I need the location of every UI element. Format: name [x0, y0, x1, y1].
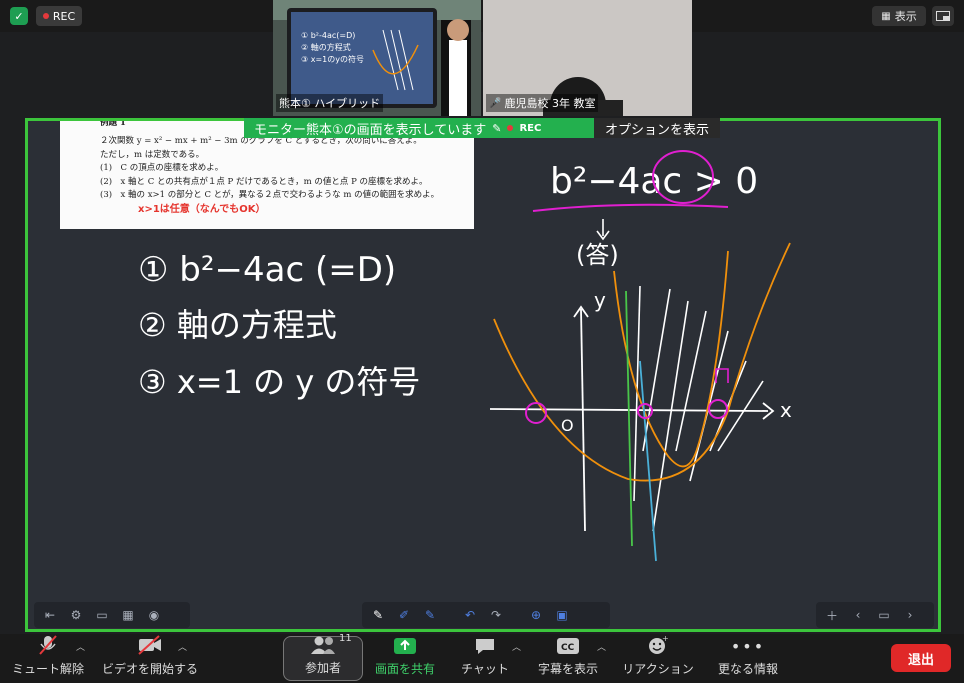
chat-button[interactable]: チャット — [452, 636, 518, 681]
video-tile-kagoshima[interactable]: 🎤 鹿児島校 3年 教室 — [483, 0, 692, 116]
cc-icon: CC — [556, 636, 580, 656]
ink-intersection-right — [708, 399, 728, 419]
smile-icon: + — [647, 634, 669, 656]
recording-indicator[interactable]: REC — [36, 6, 82, 26]
captions-button[interactable]: CC 字幕を表示 — [532, 636, 604, 681]
pip-icon — [936, 11, 950, 21]
annotate-pen-icon[interactable]: ✎ — [492, 122, 501, 135]
share-screen-icon — [393, 636, 417, 656]
ink-parabola-narrow — [613, 250, 729, 468]
rec-label: REC — [52, 9, 76, 23]
template-grid-icon[interactable]: ▦ — [118, 605, 138, 625]
top-bar: ✓ REC ▦ 表示 — [0, 0, 964, 32]
leave-meeting-button[interactable]: 退出 — [891, 644, 951, 672]
ink-underline — [532, 203, 729, 212]
ink-hatching — [633, 285, 764, 532]
ink-y-label: y — [594, 288, 606, 312]
participants-label: 参加者 — [304, 661, 341, 675]
shape-pen-icon[interactable]: ✎ — [420, 605, 440, 625]
svg-text:③ x=1のyの符号: ③ x=1のyの符号 — [301, 54, 364, 64]
reactions-label: リアクション — [622, 662, 694, 676]
muted-mic-icon — [37, 634, 59, 656]
pages-icon[interactable]: ▭ — [874, 605, 894, 625]
exit-board-icon[interactable]: ⇤ — [40, 605, 60, 625]
whiteboard-center-toolbar: ✎ ✐ ✎ ↶ ↷ ⊕ ▣ — [362, 602, 610, 628]
security-shield-icon[interactable]: ✓ — [10, 7, 28, 25]
unmute-label: ミュート解除 — [11, 662, 84, 676]
ink-x-label: x — [780, 398, 792, 422]
folder-icon[interactable]: ▭ — [92, 605, 112, 625]
ink-origin: O — [561, 416, 574, 435]
user-icon[interactable]: ◉ — [144, 605, 164, 625]
participants-button[interactable]: 11 参加者 — [283, 633, 363, 681]
whiteboard-right-toolbar: ＋ ‹ ▭ › — [816, 602, 934, 628]
video-tile-kumamoto[interactable]: ① b²-4ac(=D) ② 軸の方程式 ③ x=1のyの符号 熊本① ハイブリ… — [273, 0, 481, 116]
rec-dot-icon — [507, 125, 514, 131]
participants-icon: 11 — [309, 633, 352, 655]
view-button[interactable]: ▦ 表示 — [872, 6, 926, 26]
chat-options-caret[interactable]: ︿ — [512, 640, 521, 653]
participant-name-label: 🎤 鹿児島校 3年 教室 — [486, 94, 599, 112]
participant-name-label: 熊本① ハイブリッド — [276, 94, 384, 112]
share-screen-button[interactable]: 画面を共有 — [368, 636, 442, 681]
svg-text:① b²-4ac(=D): ① b²-4ac(=D) — [301, 31, 355, 40]
ink-green-line — [625, 290, 633, 547]
video-off-icon — [137, 634, 163, 656]
view-label: 表示 — [894, 10, 917, 23]
svg-text:+: + — [662, 634, 669, 643]
ink-item-2: ② 軸の方程式 — [138, 306, 337, 344]
share-label: 画面を共有 — [374, 662, 435, 676]
add-circle-icon[interactable]: ⊕ — [526, 605, 546, 625]
whiteboard-ink-layer: ① b²−4ac (=D) ② 軸の方程式 ③ x=1 の y の符号 b²−4… — [138, 150, 792, 562]
whiteboard-left-toolbar: ⇤ ⚙ ▭ ▦ ◉ — [34, 602, 190, 628]
pen-icon[interactable]: ✎ — [368, 605, 388, 625]
prev-page-icon[interactable]: ‹ — [848, 605, 868, 625]
chat-bubble-icon — [474, 636, 496, 656]
rec-dot-icon — [42, 13, 49, 19]
share-rec-label: REC — [519, 122, 542, 134]
picture-in-picture-button[interactable] — [932, 6, 954, 26]
audio-options-caret[interactable]: ︿ — [76, 640, 85, 653]
more-button[interactable]: ••• 更なる情報 — [712, 636, 784, 681]
meeting-controls-bar: ミュート解除 ︿ ビデオを開始する ︿ 11 参加者 画面を共有 チャット ︿ … — [0, 633, 964, 683]
eraser-icon[interactable]: ✐ — [394, 605, 414, 625]
shared-whiteboard[interactable]: 例題 1 ２次関数 y = x² − mx + m² − 3m のグラフを C … — [25, 118, 941, 632]
view-options-button[interactable]: オプションを表示 — [594, 118, 720, 138]
captions-label: 字幕を表示 — [537, 662, 598, 676]
reactions-button[interactable]: + リアクション — [618, 634, 698, 681]
ink-arrow — [596, 219, 610, 241]
muted-mic-icon: 🎤 — [489, 97, 502, 109]
more-dots-icon: ••• — [730, 636, 766, 656]
more-label: 更なる情報 — [717, 662, 778, 676]
captions-options-caret[interactable]: ︿ — [597, 640, 606, 653]
participants-count: 11 — [339, 633, 352, 644]
add-page-icon[interactable]: ＋ — [822, 605, 842, 625]
svg-text:CC: CC — [561, 643, 575, 653]
settings-gear-icon[interactable]: ⚙ — [66, 605, 86, 625]
screen-share-banner: モニター熊本①の画面を表示しています ✎ REC — [244, 118, 594, 138]
next-page-icon[interactable]: › — [900, 605, 920, 625]
redo-icon[interactable]: ↷ — [486, 605, 506, 625]
ink-item-1: ① b²−4ac (=D) — [138, 250, 396, 290]
briefcase-icon[interactable]: ▣ — [552, 605, 572, 625]
share-banner-text: モニター熊本①の画面を表示しています — [254, 122, 487, 138]
ink-item-3: ③ x=1 の y の符号 — [138, 363, 420, 401]
grid-view-icon: ▦ — [881, 10, 891, 22]
ink-answer: (答) — [576, 241, 619, 269]
ink-y-axis — [580, 308, 586, 532]
ink-intersection-left — [525, 402, 547, 424]
video-label: ビデオを開始する — [101, 662, 198, 676]
video-options-caret[interactable]: ︿ — [178, 640, 187, 653]
svg-text:② 軸の方程式: ② 軸の方程式 — [301, 42, 351, 52]
chat-label: チャット — [461, 662, 509, 676]
undo-icon[interactable]: ↶ — [460, 605, 480, 625]
